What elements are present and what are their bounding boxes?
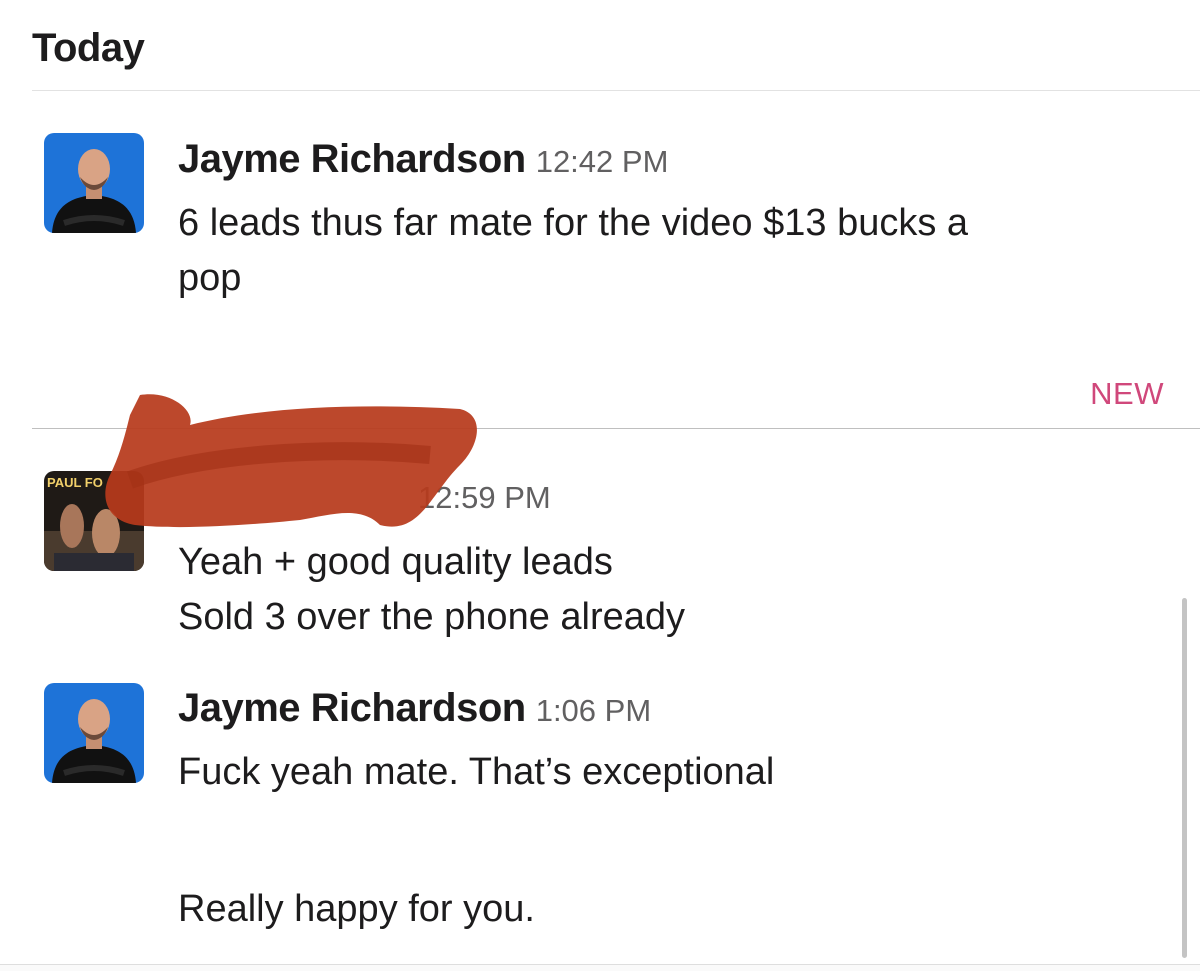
scrollbar[interactable] (1182, 598, 1187, 958)
timestamp[interactable]: 12:42 PM (536, 144, 669, 179)
avatar[interactable] (44, 133, 144, 233)
avatar-photo (44, 683, 144, 783)
new-messages-divider (32, 428, 1200, 429)
message-header: Jayme Richardson 12:42 PM (178, 137, 668, 182)
avatar-caption: PAUL FO (47, 475, 103, 490)
message-line: Yeah + good quality leads (178, 541, 613, 583)
sender-name[interactable]: Jayme Richardson (178, 686, 526, 730)
avatar[interactable]: PAUL FO (44, 471, 144, 571)
new-messages-label: NEW (1090, 376, 1164, 411)
timestamp[interactable]: 1:06 PM (536, 693, 651, 728)
avatar-photo (44, 133, 144, 233)
avatar-photo: PAUL FO (44, 471, 144, 571)
sender-name[interactable]: Jayme Richardson (178, 137, 526, 181)
message-line: pop (178, 257, 242, 299)
message-header: Jayme Richardson 1:06 PM (178, 686, 651, 731)
message-line: Fuck yeah mate. That’s exceptional (178, 751, 775, 793)
avatar[interactable] (44, 683, 144, 783)
redaction-mark (105, 394, 477, 528)
message-line: Sold 3 over the phone already (178, 596, 686, 638)
day-divider (32, 90, 1200, 91)
timestamp[interactable]: 12:59 PM (418, 480, 551, 515)
day-header: Today (32, 26, 145, 70)
message-line: 6 leads thus far mate for the video $13 … (178, 202, 969, 244)
message-line: Really happy for you. (178, 888, 535, 930)
message-header: 12:59 PM (418, 480, 551, 516)
